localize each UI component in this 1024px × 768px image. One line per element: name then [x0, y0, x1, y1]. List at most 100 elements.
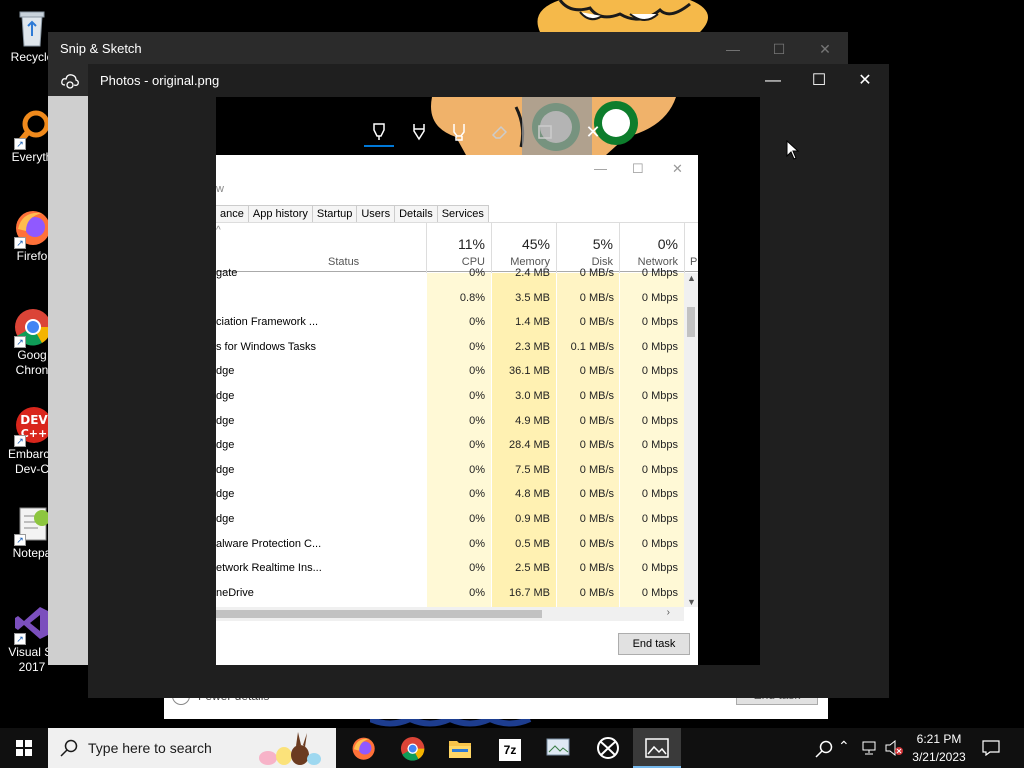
vertical-scroll-thumb[interactable]: [687, 307, 695, 337]
snip-minimize-button[interactable]: —: [710, 32, 756, 66]
process-disk-cell: 0 MB/s: [579, 390, 614, 402]
process-row[interactable]: s for Windows Tasks 0% 2.3 MB 0.1 MB/s 0 Mbp…: [216, 335, 684, 360]
taskbar-image-viewer[interactable]: [535, 728, 583, 768]
process-cpu-cell: 0%: [469, 586, 485, 599]
highlighter-button[interactable]: [444, 117, 474, 147]
snip-title-bar[interactable]: Snip & Sketch — ☐ ✕: [48, 32, 848, 66]
tm-minimize-button: —: [594, 161, 607, 176]
column-header-power[interactable]: P: [690, 256, 697, 268]
shortcut-arrow-icon: ↗: [14, 633, 26, 645]
clock-date[interactable]: 3/21/2023: [906, 750, 972, 764]
pencil-button[interactable]: [404, 117, 434, 147]
tab-app-history[interactable]: App history: [247, 205, 313, 223]
process-net-cell: 0 Mbps: [641, 390, 678, 402]
tab-services[interactable]: Services: [436, 205, 489, 223]
process-disk-cell: 0 MB/s: [579, 291, 614, 304]
tab-details[interactable]: Details: [394, 205, 438, 223]
process-cpu-cell: 0%: [469, 463, 485, 476]
process-disk-cell: 0 MB/s: [579, 463, 614, 476]
process-row[interactable]: dge 0% 36.1 MB 0 MB/s 0 Mbps: [216, 359, 684, 384]
scroll-up-arrow-icon[interactable]: ▲: [687, 273, 696, 283]
process-mem-cell: 4.9 MB: [515, 414, 550, 427]
process-mem-cell: 3.0 MB: [515, 390, 550, 402]
process-cpu-cell: 0%: [469, 562, 485, 575]
network-icon[interactable]: [861, 740, 879, 756]
process-row[interactable]: alware Protection C... 0% 0.5 MB 0 MB/s 0 Mb…: [216, 532, 684, 557]
horizontal-scrollbar[interactable]: ›: [216, 607, 684, 621]
taskbar-search-box[interactable]: Type here to search: [48, 728, 336, 768]
scroll-down-arrow-icon[interactable]: ▼: [687, 597, 696, 607]
process-mem-cell: 4.8 MB: [515, 488, 550, 501]
process-net-cell: 0 Mbps: [641, 586, 678, 599]
process-name-cell: dge: [216, 390, 235, 402]
process-row[interactable]: etwork Realtime Ins... 0% 2.5 MB 0 MB/s 0 Mb…: [216, 556, 684, 581]
taskbar-chrome[interactable]: [388, 728, 436, 768]
snip-close-button[interactable]: ✕: [802, 32, 848, 66]
firefox-icon: ↗: [12, 207, 52, 249]
process-disk-cell: 0 MB/s: [579, 562, 614, 575]
snip-window-title: Snip & Sketch: [60, 41, 142, 56]
process-disk-cell: 0 MB/s: [579, 586, 614, 599]
taskbar-7zip[interactable]: 7z: [486, 728, 534, 768]
notifications-icon[interactable]: [982, 740, 1000, 756]
process-row[interactable]: dge 0% 4.9 MB 0 MB/s 0 Mbps: [216, 409, 684, 434]
start-button[interactable]: [0, 728, 48, 768]
process-row[interactable]: ciation Framework ... 0% 1.4 MB 0 MB/s 0 Mbp…: [216, 310, 684, 335]
process-row[interactable]: dge 0% 7.5 MB 0 MB/s 0 Mbps: [216, 458, 684, 483]
process-row[interactable]: dge 0% 4.8 MB 0 MB/s 0 Mbps: [216, 482, 684, 507]
process-name-cell: gate: [216, 267, 238, 279]
process-row[interactable]: neDrive 0% 16.7 MB 0 MB/s 0 Mbps: [216, 581, 684, 606]
tab-users[interactable]: Users: [356, 205, 396, 223]
process-net-cell: 0 Mbps: [641, 439, 678, 452]
clock-time[interactable]: 6:21 PM: [906, 732, 972, 746]
process-net-cell: 0 Mbps: [641, 267, 678, 279]
file-explorer-icon: [449, 741, 471, 758]
tab-startup[interactable]: Startup: [311, 205, 358, 223]
process-mem-cell: 1.4 MB: [515, 316, 550, 329]
svg-text:DEV: DEV: [20, 413, 48, 427]
tab-performance[interactable]: ance: [216, 205, 249, 223]
end-task-button[interactable]: End task: [618, 633, 690, 655]
memory-total: 45%: [521, 236, 550, 252]
shortcut-arrow-icon: ↗: [14, 336, 26, 348]
taskbar-xbox[interactable]: [584, 728, 632, 768]
photos-minimize-button[interactable]: —: [750, 64, 796, 98]
process-mem-cell: 7.5 MB: [515, 463, 550, 476]
chevron-up-icon[interactable]: ⌃: [838, 738, 850, 755]
process-row[interactable]: dge 0% 28.4 MB 0 MB/s 0 Mbps: [216, 433, 684, 458]
photos-title-bar[interactable]: Photos - original.png — ☐ ✕: [61, 64, 889, 98]
ruler-button[interactable]: [530, 117, 560, 147]
process-disk-cell: 0 MB/s: [579, 488, 614, 501]
shortcut-arrow-icon: ↗: [14, 138, 26, 150]
process-mem-cell: 2.3 MB: [515, 340, 550, 353]
ballpoint-pen-button[interactable]: [364, 117, 394, 147]
photos-maximize-button[interactable]: ☐: [796, 64, 842, 98]
photos-window: Photos - original.png — ☐ ✕ ✕ w — ☐ ✕ an…: [61, 64, 889, 698]
taskbar-file-explorer[interactable]: [436, 728, 484, 768]
process-name-cell: neDrive: [216, 586, 254, 599]
close-ink-toolbar-button[interactable]: ✕: [578, 117, 608, 147]
photos-close-button[interactable]: ✕: [842, 64, 888, 98]
process-name-cell: dge: [216, 513, 235, 525]
process-net-cell: 0 Mbps: [641, 463, 678, 476]
process-name-cell: dge: [216, 439, 235, 452]
cortana-search-icon[interactable]: [815, 740, 833, 758]
taskbar-firefox[interactable]: [339, 728, 387, 768]
eraser-button[interactable]: [484, 117, 514, 147]
process-row[interactable]: dge 0% 0.9 MB 0 MB/s 0 Mbps: [216, 507, 684, 532]
scroll-right-arrow-icon[interactable]: ›: [667, 607, 670, 618]
process-row[interactable]: 0.8% 3.5 MB 0 MB/s 0 Mbps: [216, 286, 684, 311]
snip-maximize-button[interactable]: ☐: [756, 32, 802, 66]
taskbar-photos[interactable]: [633, 728, 681, 768]
photos-icon: [645, 738, 669, 758]
vertical-scrollbar[interactable]: ▲ ▼: [684, 273, 698, 607]
chrome-icon: [400, 736, 425, 761]
network-total: 0%: [657, 236, 678, 252]
process-name-cell: dge: [216, 414, 235, 427]
process-row[interactable]: dge 0% 3.0 MB 0 MB/s 0 Mbps: [216, 384, 684, 409]
pencil-icon: [413, 124, 425, 141]
horizontal-scroll-thumb[interactable]: [216, 610, 542, 618]
volume-muted-icon[interactable]: [884, 740, 904, 756]
photo-canvas[interactable]: ✕ w — ☐ ✕ ance App history Startup Users…: [216, 97, 760, 665]
process-row[interactable]: gate 0% 2.4 MB 0 MB/s 0 Mbps: [216, 261, 684, 286]
